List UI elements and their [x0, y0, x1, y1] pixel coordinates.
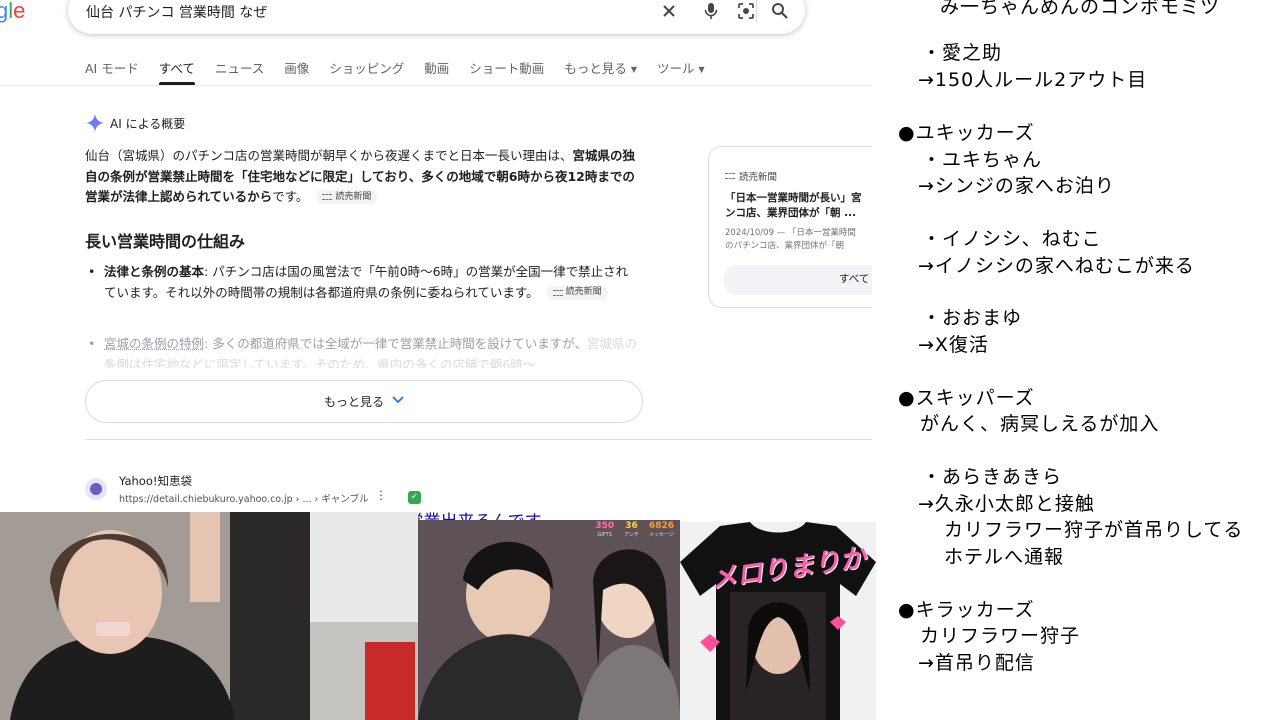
note-line: み一ちゃんめんのコンボモミツ [940, 0, 1221, 18]
list-item: • 法律と条例の基本: パチンコ店は国の風営法で「午前0時～6時」の営業が全国一… [88, 262, 638, 303]
caret-down-icon: ▼ [630, 65, 637, 74]
note-line: ホテルへ通報 [944, 546, 1065, 568]
ai-sparkle-icon [86, 114, 104, 132]
note-line: →首吊り配信 [918, 652, 1035, 674]
tab-more-label: もっと見る [564, 61, 627, 76]
tab-tools[interactable]: ツール ▼ [657, 58, 705, 78]
stat-anti: 36 アンチ [624, 522, 639, 540]
show-more-label: もっと見る [323, 395, 384, 409]
note-line: →久永小太郎と接触 [918, 493, 1095, 515]
card-snippet: 2024/10/09 — 「日本一営業時間 のパチンコ店、業界団体が「朝 [725, 227, 856, 253]
note-line: ・あらきあきら [922, 466, 1063, 488]
source-chip[interactable]: 読売新聞 [546, 285, 608, 300]
webcam-clip-1 [0, 512, 418, 720]
tab-tools-label: ツール [656, 61, 695, 76]
stat-label: GIFTS [597, 532, 612, 538]
more-options-icon[interactable]: ⋮ [375, 488, 387, 502]
stat-messages: 6826 メッセージ [649, 522, 674, 540]
result-url[interactable]: https://detail.chiebukuro.yahoo.co.jp › … [119, 491, 369, 505]
lens-icon[interactable] [735, 0, 757, 22]
search-icon[interactable] [769, 0, 791, 22]
stat-value: 6826 [648, 521, 674, 531]
ai-overview-summary: 仙台（宮城県）のパチンコ店の営業時間が朝早くから夜遅くまでと日本一長い理由は、宮… [85, 146, 645, 208]
show-more-button[interactable]: もっと見る [85, 380, 643, 423]
clear-icon[interactable] [658, 0, 680, 22]
bullet-text: 法律と条例の基本: パチンコ店は国の風営法で「午前0時～6時」の営業が全国一律で… [104, 262, 638, 303]
note-line: →150人ルール2アウト目 [918, 69, 1148, 91]
stat-value: 36 [625, 521, 638, 531]
microphone-icon[interactable] [700, 0, 722, 22]
card-snippet-line: のパチンコ店、業界団体が「朝 [725, 241, 845, 251]
stat-label: アンチ [624, 532, 639, 538]
verified-icon: ✓ [408, 491, 421, 504]
tabs-divider [0, 85, 872, 86]
note-line: ・愛之助 [922, 42, 1003, 64]
google-logo[interactable]: gle [0, 0, 25, 24]
list-item: • 宮城の条例の特例: 多くの都道府県では全域が一律で営業禁止時間を設けています… [88, 334, 638, 368]
bullet-bold: 宮城の条例の特例 [104, 336, 205, 351]
note-line: →X復活 [918, 334, 989, 356]
note-line: ●キラッカーズ [898, 599, 1035, 621]
section-title: 長い営業時間の仕組み [85, 232, 246, 251]
tab-news[interactable]: ニュース [215, 58, 264, 78]
ai-overview-header: AI による概要 [86, 114, 185, 132]
show-all-button[interactable]: すべて [723, 265, 872, 295]
divider [85, 439, 872, 440]
tab-short-videos[interactable]: ショート動画 [469, 58, 544, 78]
tab-images[interactable]: 画像 [284, 58, 309, 78]
note-line: →シンジの家へお泊り [918, 175, 1115, 197]
webcam-scene [418, 520, 680, 720]
bullet-dot: • [88, 336, 96, 351]
stat-value: 350 [595, 521, 615, 531]
note-line: ●ユキッカーズ [898, 122, 1035, 144]
caret-down-icon: ▼ [698, 65, 705, 74]
note-line: カリフラワー狩子 [920, 625, 1081, 647]
note-line: がんく、病冥しえるが加入 [920, 413, 1160, 435]
stream-stats: 350 GIFTS 36 アンチ 6826 メッセージ [595, 522, 674, 540]
source-card[interactable]: 読売新聞 「日本一営業時間が長い」宮 ンコ店、業界団体が「朝 ... 2024/… [708, 146, 872, 308]
card-title-line: 「日本一営業時間が長い」宮 [725, 192, 862, 204]
newspaper-icon [725, 173, 735, 179]
bullet-text: 宮城の条例の特例: 多くの都道府県では全域が一律で営業禁止時間を設けていますが、… [104, 334, 638, 368]
card-snippet-line: 2024/10/09 — 「日本一営業時間 [725, 228, 856, 238]
note-line: ●スキッパーズ [898, 387, 1035, 409]
ai-overview-heading: AI による概要 [110, 116, 186, 131]
card-title-line: ンコ店、業界団体が「朝 ... [725, 207, 857, 219]
summary-end: です。 [272, 189, 309, 204]
bullet-dot: • [88, 264, 96, 279]
chevron-down-icon [392, 396, 404, 407]
note-line: ・イノシシ、ねむこ [922, 228, 1102, 250]
bullet-body: : 多くの都道府県では全域が一律で営業禁止時間を設けていますが、 [204, 336, 587, 351]
newspaper-icon [322, 194, 333, 200]
tab-ai-mode[interactable]: AI モード [85, 58, 139, 78]
site-favicon-icon [85, 478, 107, 500]
webcam-clip-2: 350 GIFTS 36 アンチ 6826 メッセージ [418, 520, 680, 720]
source-chip-label: 読売新聞 [565, 287, 602, 298]
tab-all[interactable]: すべて [158, 58, 196, 85]
stat-label: メッセージ [649, 532, 674, 538]
webcam-scene [0, 512, 418, 720]
bullet-bold: 法律と条例の基本 [104, 264, 205, 279]
note-line: →イノシシの家へねむこが来る [918, 255, 1195, 277]
tab-videos[interactable]: 動画 [424, 58, 449, 78]
card-title[interactable]: 「日本一営業時間が長い」宮 ンコ店、業界団体が「朝 ... [725, 191, 872, 221]
notes-panel: み一ちゃんめんのコンボモミツ・愛之助 →150人ルール2アウト目 ●ユキッカーズ・ユ… [876, 0, 1280, 720]
summary-text: 仙台（宮城県）のパチンコ店の営業時間が朝早くから夜遅くまでと日本一長い理由は、 [85, 148, 573, 163]
note-line: ・ユキちゃん [922, 149, 1043, 171]
note-line: ・おおまゆ [922, 307, 1023, 329]
result-site-name[interactable]: Yahoo!知恵袋 [119, 473, 192, 489]
tab-more[interactable]: もっと見る ▼ [564, 58, 637, 78]
source-chip-label: 読売新聞 [335, 191, 372, 202]
tab-shopping[interactable]: ショッピング [329, 58, 404, 78]
newspaper-icon [552, 289, 563, 296]
card-source: 読売新聞 [725, 169, 777, 183]
stat-gifts: 350 GIFTS [595, 522, 614, 540]
search-box[interactable]: 仙台 パチンコ 営業時間 なぜ [68, 0, 805, 34]
tshirt-image: メロりまりか [680, 522, 876, 720]
search-tabs: AI モード すべて ニュース 画像 ショッピング 動画 ショート動画 もっと見… [85, 58, 725, 85]
card-source-label: 読売新聞 [739, 172, 778, 183]
source-chip[interactable]: 読売新聞 [316, 190, 378, 204]
search-input[interactable]: 仙台 パチンコ 営業時間 なぜ [86, 2, 267, 22]
note-line: カリフラワー狩子が首吊りしてる [944, 519, 1244, 541]
